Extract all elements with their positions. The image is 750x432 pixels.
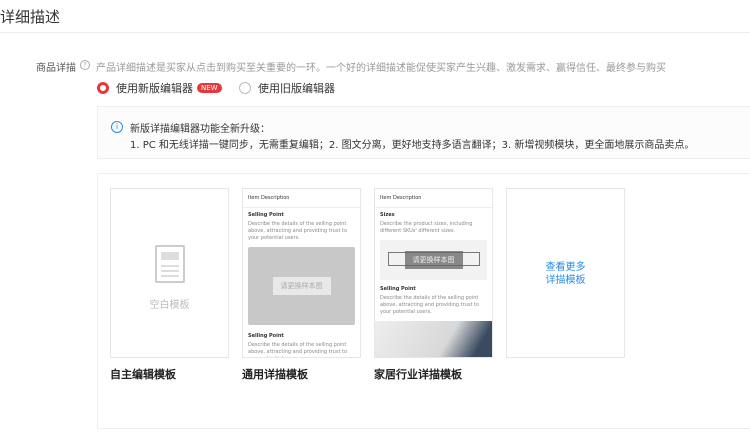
selling-point-title: Selling Point <box>380 286 416 292</box>
sizes-title: Sizes <box>380 212 395 218</box>
replace-image-button[interactable]: 请更换样本图 <box>404 251 463 269</box>
template-card-general[interactable]: Item Description Selling Point Describe … <box>242 188 361 358</box>
divider <box>0 32 750 33</box>
sizes-desc: Describe the product sizes, including di… <box>380 221 473 234</box>
caption-general: 通用详描模板 <box>242 368 308 381</box>
selling-point-desc: Describe the details of the selling poin… <box>248 221 348 241</box>
info-box: i 新版详描编辑器功能全新升级： 1. PC 和无线详描一键同步，无需重复编辑；… <box>97 106 750 159</box>
caption-blank: 自主编辑模板 <box>110 368 176 381</box>
field-hint: 产品详细描述是买家从点击到购买至关重要的一环。一个好的详细描述能促使买家产生兴趣… <box>96 63 666 74</box>
radio-new-editor[interactable]: 使用新版编辑器 NEW <box>97 80 222 96</box>
selling-point-desc: Describe the details of the selling poin… <box>380 295 480 315</box>
card-header: Item Description <box>375 189 492 208</box>
help-icon[interactable]: ? <box>80 60 90 70</box>
caption-home: 家居行业详描模板 <box>374 368 462 381</box>
radio-label: 使用旧版编辑器 <box>258 82 335 95</box>
info-icon: i <box>111 121 123 133</box>
section-title: 详细描述 <box>0 8 61 26</box>
template-card-blank[interactable]: 空白模板 <box>110 188 229 358</box>
product-image <box>375 321 492 357</box>
radio-checked-icon[interactable] <box>97 82 109 94</box>
template-card-home[interactable]: Item Description Sizes Describe the prod… <box>374 188 493 358</box>
radio-label: 使用新版编辑器 <box>116 82 193 95</box>
radio-old-editor[interactable]: 使用旧版编辑器 <box>239 80 335 96</box>
selling-point-title: Selling Point <box>248 333 284 339</box>
sizes-image: 请更换样本图 <box>380 240 487 280</box>
selling-point-title: Selling Point <box>248 212 284 218</box>
new-badge: NEW <box>197 83 222 93</box>
radio-unchecked-icon[interactable] <box>239 82 251 94</box>
document-icon <box>155 245 185 283</box>
field-label: 商品详描 <box>36 63 76 74</box>
card-header: Item Description <box>243 189 360 208</box>
info-line-1: 新版详描编辑器功能全新升级： <box>130 124 270 135</box>
blank-label: 空白模板 <box>149 300 190 311</box>
more-line-1: 查看更多 <box>545 262 586 273</box>
more-templates-link[interactable]: 查看更多 详描模板 <box>506 188 625 358</box>
replace-image-button[interactable]: 请更换样本图 <box>272 277 331 295</box>
info-line-2: 1. PC 和无线详描一键同步，无需重复编辑；2. 图文分离，更好地支持多语言翻… <box>130 140 695 151</box>
image-placeholder: 请更换样本图 <box>248 247 355 325</box>
more-line-2: 详描模板 <box>545 275 586 286</box>
selling-point-desc: Describe the details of the selling poin… <box>248 342 348 357</box>
